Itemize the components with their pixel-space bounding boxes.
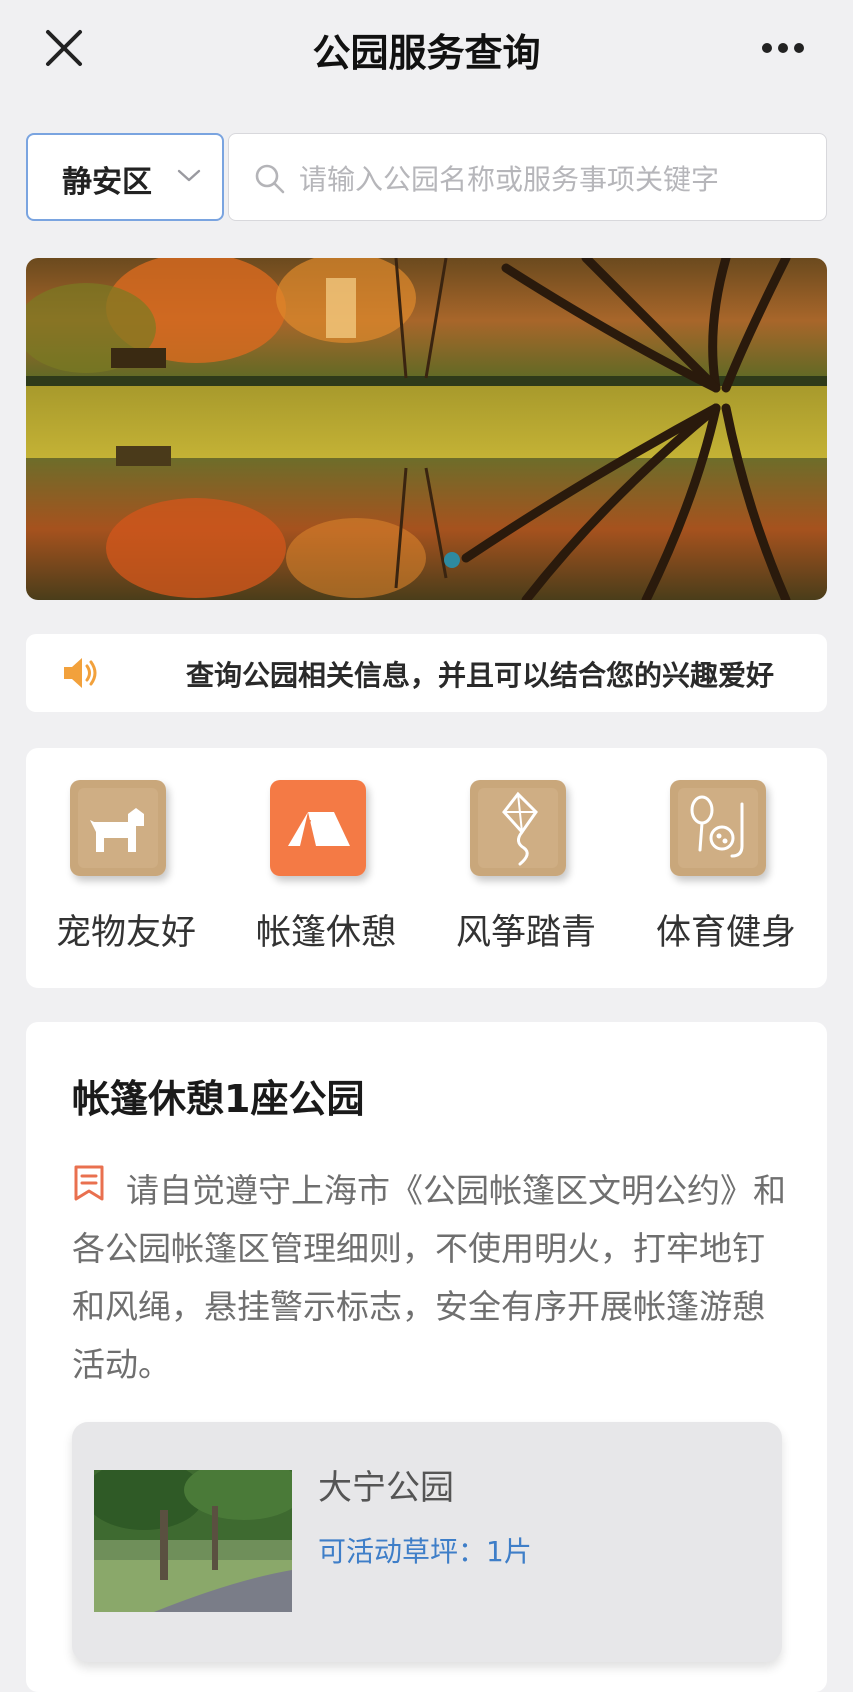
search-box [228,133,827,221]
dog-icon [70,780,166,876]
rule-text: 请自觉遵守上海市《公园帐篷区文明公约》和各公园帐篷区管理细则，不使用明火，打牢地… [72,1171,786,1384]
banner-image [26,258,827,600]
result-title: 帐篷休憩1座公园 [72,1077,365,1121]
tent-icon [270,780,366,876]
category-sports-fitness[interactable]: 体育健身 [626,748,826,988]
category-kite-outing[interactable]: 风筝踏青 [426,748,626,988]
district-select-value: 静安区 [62,165,152,200]
park-card[interactable]: 大宁公园 可活动草坪：1片 [72,1422,782,1662]
carousel-dot-active[interactable] [442,550,462,570]
category-pet-friendly[interactable]: 宠物友好 [26,748,226,988]
notice-bar: 查询公园相关信息，并且可以结合您的兴趣爱好 [26,634,827,712]
chevron-down-icon [176,165,202,187]
category-label: 风筝踏青 [455,913,596,953]
more-icon[interactable] [753,30,813,70]
category-label: 宠物友好 [55,913,196,953]
top-navbar: 公园服务查询 [0,0,853,100]
category-tent-rest[interactable]: 帐篷休憩 [226,748,426,988]
result-card: 帐篷休憩1座公园 请自觉遵守上海市《公园帐篷区文明公约》和各公园帐篷区管理细则，… [26,1022,827,1692]
banner-carousel[interactable] [26,258,827,600]
district-select[interactable]: 静安区 [26,133,224,221]
search-icon [253,162,287,196]
kite-icon [470,780,566,876]
category-grid: 宠物友好 帐篷休憩 风筝踏青 体育健身 [26,748,827,988]
search-input[interactable] [297,148,811,210]
category-label: 体育健身 [655,913,796,953]
park-photo [94,1470,292,1612]
page-title: 公园服务查询 [312,31,541,75]
category-label: 帐篷休憩 [255,913,396,953]
park-lawn-count: 可活动草坪：1片 [318,1535,532,1568]
speaker-icon [60,654,102,692]
notice-text: 查询公园相关信息，并且可以结合您的兴趣爱好 [186,659,775,692]
sports-icon [670,780,766,876]
park-name: 大宁公园 [318,1468,454,1508]
